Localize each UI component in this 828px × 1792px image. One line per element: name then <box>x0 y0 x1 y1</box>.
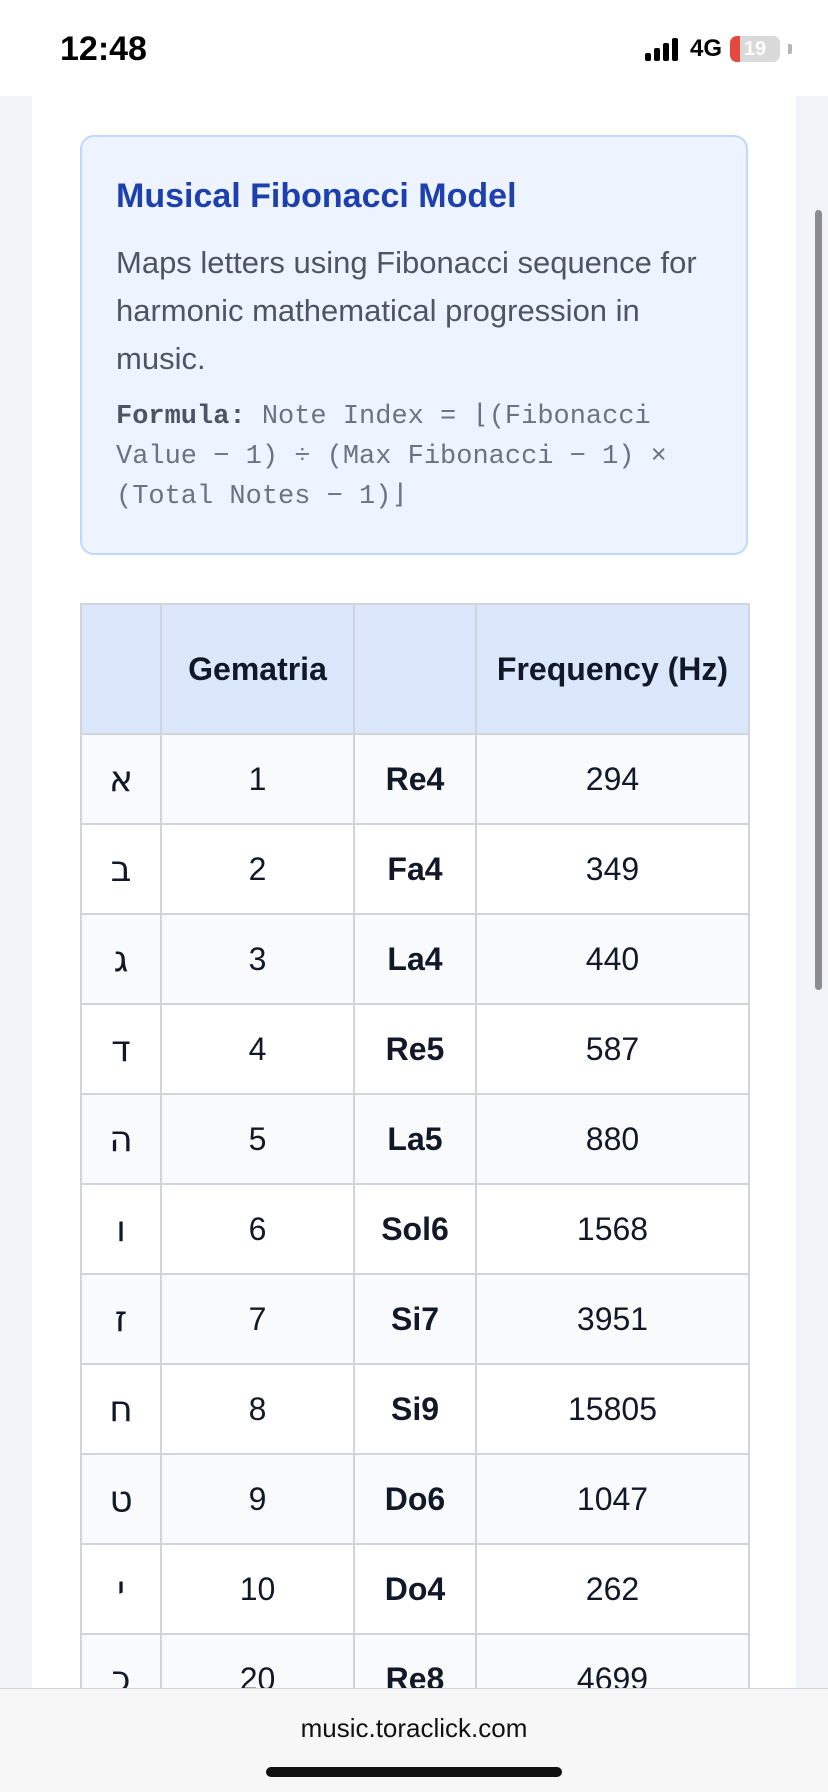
table-row: ה 5 La5 880 <box>80 1093 750 1185</box>
cell-frequency: 349 <box>475 823 750 915</box>
frequency-table: Gematria Frequency (Hz) א 1 Re4 294 ב 2 Fa4 349… <box>80 603 750 1725</box>
browser-bottom-bar: music.toraclick.com <box>0 1688 828 1792</box>
cell-note: Fa4 <box>353 823 477 915</box>
table-row: א 1 Re4 294 <box>80 733 750 825</box>
cell-letter: ו <box>80 1183 162 1275</box>
table-row: ו 6 Sol6 1568 <box>80 1183 750 1275</box>
header-note <box>353 603 477 735</box>
cell-frequency: 880 <box>475 1093 750 1185</box>
cell-gematria: 5 <box>160 1093 355 1185</box>
table-row: ד 4 Re5 587 <box>80 1003 750 1095</box>
table-row: ט 9 Do6 1047 <box>80 1453 750 1545</box>
cell-letter: ח <box>80 1363 162 1455</box>
cell-frequency: 3951 <box>475 1273 750 1365</box>
cell-letter: ה <box>80 1093 162 1185</box>
cell-frequency: 294 <box>475 733 750 825</box>
home-indicator[interactable] <box>266 1767 562 1777</box>
table-header-row: Gematria Frequency (Hz) <box>80 603 750 735</box>
network-label: 4G <box>689 35 722 62</box>
cell-letter: ד <box>80 1003 162 1095</box>
cell-note: Si9 <box>353 1363 477 1455</box>
cell-letter: א <box>80 733 162 825</box>
cell-note: Re5 <box>353 1003 477 1095</box>
cell-note: La5 <box>353 1093 477 1185</box>
cell-frequency: 15805 <box>475 1363 750 1455</box>
cell-letter: ב <box>80 823 162 915</box>
url-display[interactable]: music.toraclick.com <box>0 1713 828 1744</box>
status-indicators: 4G 19 <box>644 34 792 64</box>
cell-gematria: 6 <box>160 1183 355 1275</box>
cell-gematria: 10 <box>160 1543 355 1635</box>
cell-gematria: 1 <box>160 733 355 825</box>
cell-note: Si7 <box>353 1273 477 1365</box>
formula-label: Formula: <box>116 402 246 432</box>
cell-note: La4 <box>353 913 477 1005</box>
cell-gematria: 8 <box>160 1363 355 1455</box>
header-gematria: Gematria <box>160 603 355 735</box>
cell-gematria: 9 <box>160 1453 355 1545</box>
header-letter <box>80 603 162 735</box>
cell-letter: ז <box>80 1273 162 1365</box>
formula-text: Formula: Note Index = ⌊(Fibonacci Value … <box>116 397 712 517</box>
model-title: Musical Fibonacci Model <box>116 177 517 215</box>
cell-frequency: 440 <box>475 913 750 1005</box>
table-row: ב 2 Fa4 349 <box>80 823 750 915</box>
battery-tip <box>788 44 792 54</box>
cell-gematria: 3 <box>160 913 355 1005</box>
model-info-box: Musical Fibonacci Model Maps letters usi… <box>80 135 748 555</box>
cell-gematria: 2 <box>160 823 355 915</box>
cell-frequency: 262 <box>475 1543 750 1635</box>
cell-frequency: 587 <box>475 1003 750 1095</box>
cell-note: Do4 <box>353 1543 477 1635</box>
cell-letter: ג <box>80 913 162 1005</box>
cell-letter: י <box>80 1543 162 1635</box>
cell-frequency: 1047 <box>475 1453 750 1545</box>
table-row: י 10 Do4 262 <box>80 1543 750 1635</box>
table-row: ג 3 La4 440 <box>80 913 750 1005</box>
table-body: א 1 Re4 294 ב 2 Fa4 349 ג 3 La4 440 ד 4 Re5 587 ה 5 La5 880… <box>80 733 750 1725</box>
cell-note: Do6 <box>353 1453 477 1545</box>
model-description: Maps letters using Fibonacci sequence fo… <box>116 245 697 376</box>
header-frequency: Frequency (Hz) <box>475 603 750 735</box>
cell-gematria: 7 <box>160 1273 355 1365</box>
battery-icon: 19 <box>730 36 780 62</box>
cell-letter: ט <box>80 1453 162 1545</box>
table-row: ח 8 Si9 15805 <box>80 1363 750 1455</box>
cell-note: Re4 <box>353 733 477 825</box>
table-row: ז 7 Si7 3951 <box>80 1273 750 1365</box>
signal-icon <box>644 37 678 61</box>
scrollbar[interactable] <box>815 210 822 990</box>
battery-level: 19 <box>743 37 767 60</box>
cell-note: Sol6 <box>353 1183 477 1275</box>
cell-frequency: 1568 <box>475 1183 750 1275</box>
cell-gematria: 4 <box>160 1003 355 1095</box>
status-time: 12:48 <box>60 30 147 68</box>
status-bar: 12:48 4G 19 <box>0 0 828 96</box>
